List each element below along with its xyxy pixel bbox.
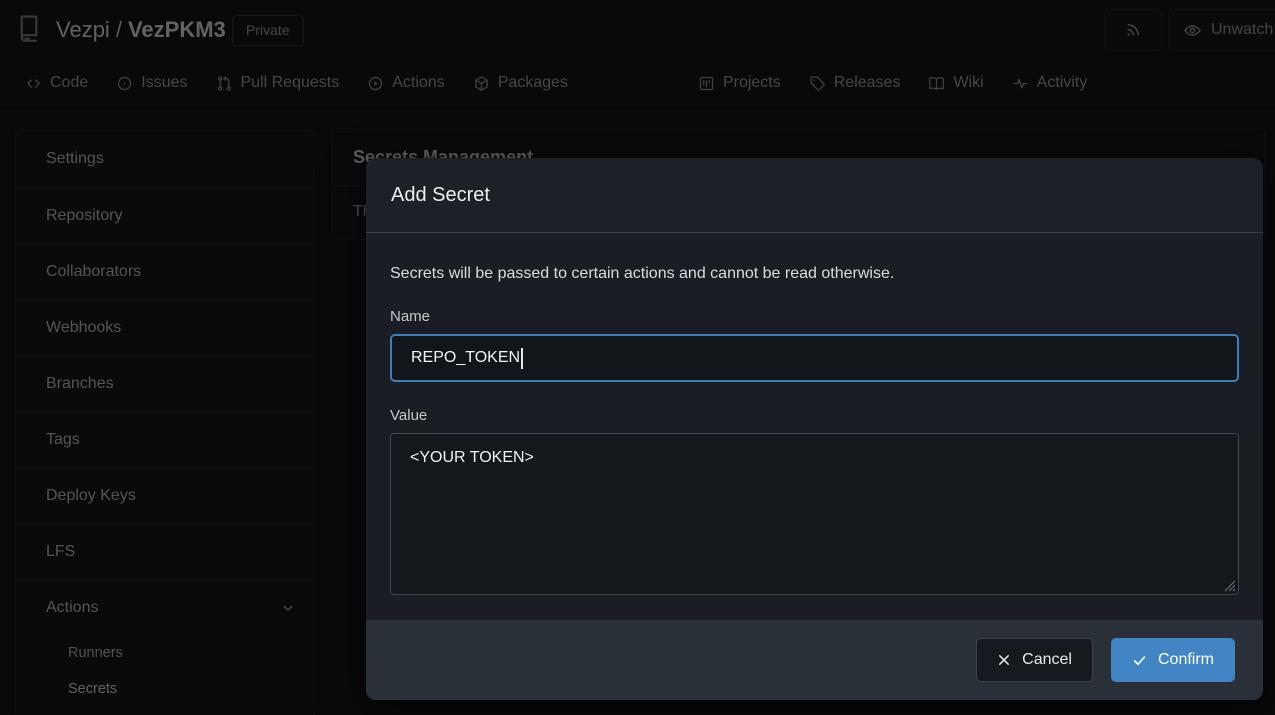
value-field-label: Value [390,407,1239,424]
cancel-label: Cancel [1022,651,1072,669]
secret-value-text: <YOUR TOKEN> [410,449,534,466]
modal-body: Secrets will be passed to certain action… [366,233,1263,595]
secret-name-input[interactable]: REPO_TOKEN [390,334,1239,382]
secret-value-textarea[interactable]: <YOUR TOKEN> [390,433,1239,595]
add-secret-modal: Add Secret Secrets will be passed to cer… [366,158,1263,700]
check-icon [1132,653,1147,668]
resize-grip-icon[interactable] [1224,580,1236,592]
secret-name-value: REPO_TOKEN [411,349,520,367]
modal-header: Add Secret [366,158,1263,233]
modal-title: Add Secret [391,184,490,207]
x-icon [997,653,1011,667]
modal-description: Secrets will be passed to certain action… [390,265,1239,283]
name-field-label: Name [390,308,1239,325]
modal-footer: Cancel Confirm [366,620,1263,700]
confirm-label: Confirm [1158,651,1214,669]
cancel-button[interactable]: Cancel [976,638,1093,682]
confirm-button[interactable]: Confirm [1111,638,1235,682]
text-cursor [521,348,523,369]
